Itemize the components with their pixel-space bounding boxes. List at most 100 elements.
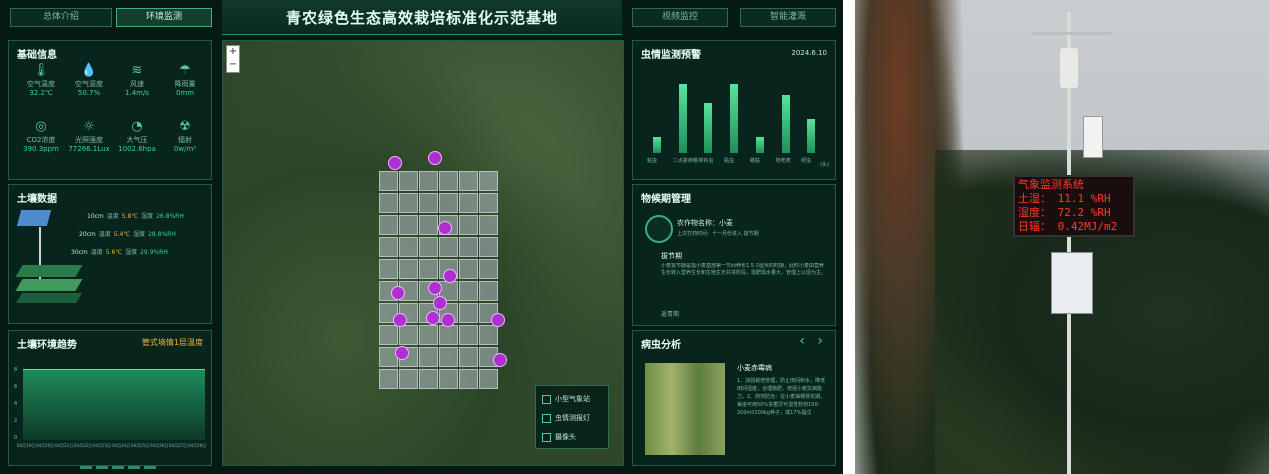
soil-layer-1	[15, 265, 83, 277]
soil-trend-area	[23, 369, 205, 440]
soil-hum-label: 湿度	[141, 213, 154, 220]
map-marker-icon[interactable]	[428, 281, 442, 295]
thermometer-icon: 🌡	[32, 63, 50, 78]
title-plate: 青农绿色生态高效栽培标准化示范基地	[222, 0, 622, 35]
map-marker-icon[interactable]	[426, 311, 440, 325]
wheat-photo	[645, 363, 725, 455]
pest-panel: 虫情监测预警 2024.6.10 (头) 粘虫 二点委夜蛾 棉铃虫 黏虫 蝼蛄 地老虎 蚜虫	[632, 40, 836, 180]
basic-info-label: 光照强度	[75, 136, 103, 144]
x-tick-label: 04月27日	[169, 443, 188, 448]
y-tick-label: 0	[14, 435, 18, 441]
greenhouse-field	[439, 237, 458, 257]
radiation-shield	[1083, 116, 1103, 158]
image-gap	[843, 0, 855, 474]
basic-info-item: ◎ CO2浓度 390.3ppm	[19, 119, 63, 169]
pest-category-label: 二点委夜蛾	[672, 158, 698, 164]
legend-item-weather[interactable]: 小型气象站	[542, 394, 590, 404]
solar-panel-icon	[16, 210, 52, 226]
basic-info-label: 降雨量	[174, 80, 196, 88]
disease-text: 1、加强栽培管理，防止田间积水，降低田间湿度，合理施肥，增强小麦抗病能力。2、药…	[737, 378, 826, 416]
tab-video[interactable]: 视频监控	[632, 8, 728, 27]
wheat-seedling-icon	[645, 215, 673, 243]
stage-name: 拔节期	[661, 252, 682, 260]
basic-info-label: 空气湿度	[75, 80, 103, 88]
radiation-icon: ☢	[179, 119, 191, 134]
led-title: 气象监测系统	[1018, 178, 1084, 191]
page-title: 青农绿色生态高效栽培标准化示范基地	[285, 9, 558, 27]
footer-decoration	[80, 466, 160, 469]
tab-environment[interactable]: 环境监测	[116, 8, 212, 27]
led-line-3: 日辐： 0.42MJ/m2	[1018, 220, 1118, 233]
legend-item-pest-lamp[interactable]: 虫情测报灯	[542, 413, 590, 423]
basic-info-item: ≋ 风速 1.4m/s	[115, 63, 159, 113]
pest-date: 2024.6.10	[791, 49, 827, 57]
pest-bar	[653, 137, 661, 153]
map-marker-icon[interactable]	[388, 156, 402, 170]
basic-info-item: ☢ 辐射 0w/m²	[163, 119, 207, 169]
soil-temp: 5.4℃	[113, 231, 131, 238]
led-sign: 气象监测系统 土湿： 11.1 %RH 湿度： 72.2 %RH 日辐： 0.4…	[1013, 175, 1135, 237]
map-marker-icon[interactable]	[443, 269, 457, 283]
next-arrow-icon[interactable]: ›	[817, 333, 823, 349]
map-marker-icon[interactable]	[433, 296, 447, 310]
greenhouse-field	[479, 325, 498, 345]
led-line-1: 土湿： 11.1 %RH	[1018, 192, 1111, 205]
soil-hum-label: 湿度	[125, 249, 138, 256]
soil-depth: 30cm	[71, 249, 88, 256]
basic-info-title: 基础信息	[17, 50, 57, 61]
stage-text: 上次打药时间：十一月份进入 拔节期	[677, 231, 759, 237]
prev-arrow-icon[interactable]: ‹	[799, 333, 805, 349]
pest-category-label: 蚜虫	[801, 158, 812, 164]
greenhouse-field	[479, 237, 498, 257]
greenhouse-field	[459, 259, 478, 279]
greenhouse-field	[419, 347, 438, 367]
tab-overview[interactable]: 总体介绍	[10, 8, 112, 27]
map-marker-icon[interactable]	[438, 221, 452, 235]
y-tick-label: 2	[14, 418, 18, 424]
x-tick-label: 04月20日	[36, 443, 55, 448]
pest-bar	[704, 103, 713, 153]
y-tick-label: 4	[14, 401, 18, 407]
greenhouse-field	[379, 215, 398, 235]
map-marker-icon[interactable]	[391, 286, 405, 300]
soil-hum: 29.9%RH	[140, 249, 168, 256]
greenhouse-field	[379, 193, 398, 213]
map-marker-icon[interactable]	[393, 313, 407, 327]
disease-panel: 病虫分析 ‹ › 小麦赤霉病 1、加强栽培管理，防止田间积水，降低田间湿度，合理…	[632, 330, 836, 466]
basic-info-panel: 基础信息 🌡 空气温度 32.2℃ 💧 空气湿度 50.7% ≋ 风速 1.4m/s ☂ 降雨量 0m…	[8, 40, 212, 180]
soil-hum-label: 湿度	[133, 231, 146, 238]
basic-info-item: 💧 空气湿度 50.7%	[67, 63, 111, 113]
pest-bar	[755, 137, 764, 153]
zoom-out-button[interactable]: −	[227, 59, 239, 72]
zoom-in-button[interactable]: +	[227, 46, 239, 59]
greenhouse-field	[379, 171, 398, 191]
map-marker-icon[interactable]	[493, 353, 507, 367]
map-marker-icon[interactable]	[395, 346, 409, 360]
x-tick-label: 04月28日	[188, 443, 207, 448]
control-box	[1051, 252, 1093, 314]
greenhouse-field	[399, 215, 418, 235]
x-tick-label: 04月26日	[150, 443, 169, 448]
basic-info-item: ☂ 降雨量 0mm	[163, 63, 207, 113]
soil-trend-subtitle: 管式墒情1层温度	[141, 338, 203, 347]
tab-irrigation[interactable]: 智能灌溉	[740, 8, 836, 27]
soil-title: 土壤数据	[17, 194, 57, 205]
map-marker-icon[interactable]	[441, 313, 455, 327]
greenhouse-field	[399, 171, 418, 191]
phenology-title: 物候期管理	[641, 194, 691, 205]
soil-data-row: 10cm 温度 5.8℃ 湿度 26.8%RH	[87, 211, 187, 220]
greenhouse-field	[419, 171, 438, 191]
greenhouse-field	[419, 259, 438, 279]
basic-info-label: 风速	[130, 80, 144, 88]
greenhouse-field	[419, 369, 438, 389]
map-marker-icon[interactable]	[428, 151, 442, 165]
greenhouse-field	[419, 325, 438, 345]
legend-item-camera[interactable]: 摄像头	[542, 432, 576, 442]
soil-data-row: 20cm 温度 5.4℃ 湿度 28.8%RH	[79, 229, 179, 238]
umbrella-icon: ☂	[179, 63, 191, 78]
next-stage: 返青期	[661, 311, 680, 318]
map-marker-icon[interactable]	[491, 313, 505, 327]
pest-bar	[807, 119, 816, 153]
basic-info-value: 77266.1Lux	[68, 145, 110, 153]
disease-name: 小麦赤霉病	[737, 364, 772, 372]
